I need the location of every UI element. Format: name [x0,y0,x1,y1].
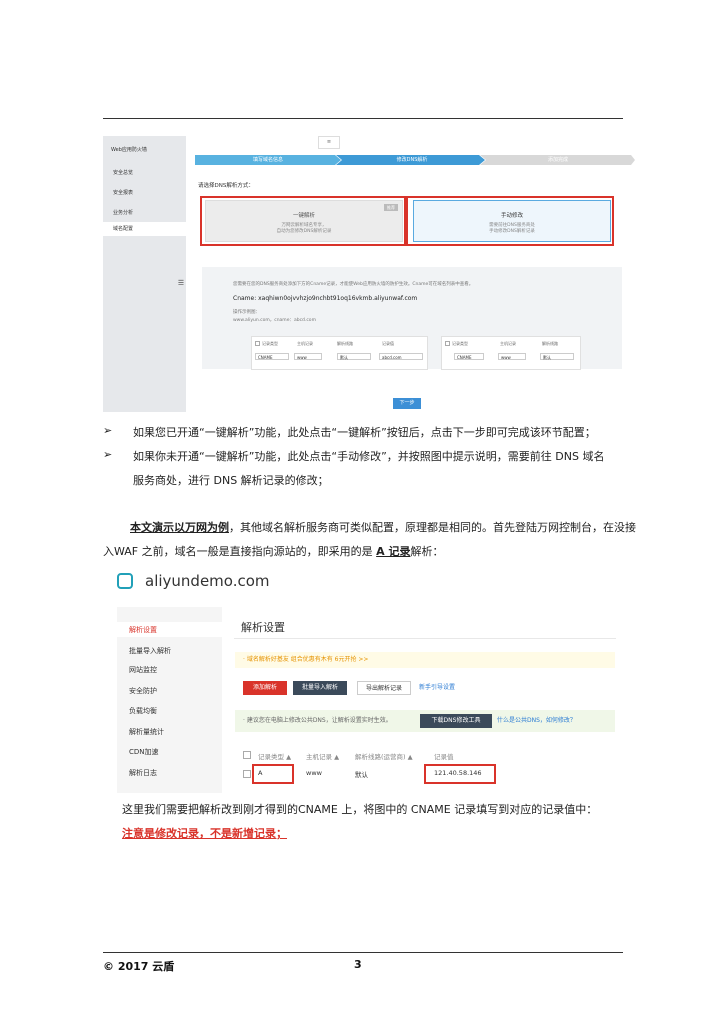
promo-notice[interactable]: · 域名解析好基友 组合优惠有木有 6元开抢 >> [235,652,615,668]
th-line: 解析线路 [542,341,558,346]
th-host: 主机记录 [297,341,313,346]
cell-line[interactable]: 默认 [337,353,371,360]
paragraph-2: 入WAF 之前，域名一般是直接指向源站的，即采用的是 A 记录解析： [103,543,443,559]
add-record-button[interactable]: 添加解析 [243,681,287,695]
title-divider [234,638,616,639]
row-checkbox[interactable] [255,341,260,346]
waf-dns-screenshot: Web应用防火墙 安全总览 安全报表 业务分析 域名配置 ☰ ≡ 填写域名信息 … [103,136,637,412]
th-value: 记录值 [382,341,394,346]
warning-note: 注意是修改记录，不是新增记录； [122,827,287,840]
paragraph-1-rest: ，其他域名解析服务商可类似配置，原理都是相同的。首先登陆万网控制台，在没接 [229,521,636,534]
paragraph-2-suffix: 解析： [410,545,444,558]
sidebar-item-bulk-import[interactable]: 批量导入解析 [129,646,171,656]
waf-sidebar: Web应用防火墙 安全总览 安全报表 业务分析 域名配置 [103,136,186,412]
cell-host-record: www [306,769,322,777]
th-host-record[interactable]: 主机记录 ▲ [306,751,339,761]
row-checkbox[interactable] [445,341,450,346]
aliyun-logo-icon [117,573,133,589]
th-record-value: 记录值 [434,753,454,761]
top-tab-handle[interactable]: ≡ [318,136,340,149]
bullet-1: 如果您已开通“一键解析”功能，此处点击“一键解析”按钮后，点击下一步即可完成该环… [133,426,596,439]
download-dns-tool-button[interactable]: 下载DNS修改工具 [420,714,492,728]
step-3-label: 添加完成 [547,157,568,163]
th-line[interactable]: 解析线路(运营商) ▲ [355,751,413,761]
page-number: 3 [354,958,362,971]
sidebar-item-monitoring[interactable]: 网站监控 [129,665,157,675]
step-2-label: 修改DNS解析 [396,157,428,163]
paragraph-2-emphasis: A 记录 [376,545,411,558]
record-value-highlight [424,764,496,784]
paragraph-1: 本文演示以万网为例，其他域名解析服务商可类似配置，原理都是相同的。首先登陆万网控… [130,519,636,535]
cell-host[interactable]: www [498,353,526,360]
step-1-label: 填写域名信息 [252,157,283,163]
cname-value: Cname: xaqhiwn0ojvvhzjo9nchbt91oq16vkmb.… [233,295,418,302]
th-record-type[interactable]: 记录类型 ▲ [258,751,291,761]
paragraph-3: 这里我们需要把解析改到刚才得到的CNAME 上，将图中的 CNAME 记录填写到… [122,803,598,816]
header-rule [103,118,623,119]
sidebar-item-reports[interactable]: 安全报表 [103,186,186,200]
export-records-button[interactable]: 导出解析记录 [357,681,411,695]
sidebar-item-cdn[interactable]: CDN加速 [129,747,159,757]
cell-line[interactable]: 默认 [540,353,574,360]
example-label: 操作示例图： [233,310,260,315]
sidebar-title: Web应用防火墙 [111,147,147,153]
th-host: 主机记录 [500,341,516,346]
sidebar-item-overview[interactable]: 安全总览 [103,166,186,180]
sidebar-item-analysis[interactable]: 业务分析 [103,206,186,220]
dns-console-screenshot: 解析设置 批量导入解析 网站监控 安全防护 负载均衡 解析量统计 CDN加速 解… [117,607,616,793]
paragraph-1-emphasis: 本文演示以万网为例 [130,521,229,534]
manual-highlight [406,196,614,246]
paragraph-2-prefix: 入WAF 之前，域名一般是直接指向源站的，即采用的是 [103,545,377,558]
bullet-2: 如果你未开通“一键解析”功能，此处点击“手动修改”，并按照图中提示说明，需要前往… [133,450,605,463]
example-table-right: 记录类型 主机记录 解析线路 CNAME www 默认 [441,336,581,370]
footer-copyright: © 2017 云盾 [103,960,175,973]
example-table-left: 记录类型 主机记录 解析线路 记录值 CNAME www 默认 abcd.com [251,336,428,370]
example-value: www.aliyun.com，cname：abcd.com [233,318,316,323]
what-is-public-dns-link[interactable]: 什么是公共DNS，如何修改？ [497,714,607,728]
sidebar-item-logs[interactable]: 解析日志 [129,768,157,778]
th-record-type: 记录类型 [262,341,278,346]
row-checkbox[interactable] [243,770,251,778]
bullet-arrow-icon: ➢ [103,424,113,437]
record-type-highlight [252,764,294,784]
cell-type[interactable]: CNAME [255,353,289,360]
sidebar-toggle-icon[interactable]: ☰ [177,279,185,287]
bulk-import-button[interactable]: 批量导入解析 [293,681,347,695]
sidebar-item-domain-config[interactable]: 域名配置 [103,222,186,236]
guide-link[interactable]: 新手引导设置 [419,681,463,695]
cell-type[interactable]: CNAME [454,353,484,360]
cell-value[interactable]: abcd.com [379,353,423,360]
select-all-checkbox[interactable] [243,751,251,759]
cell-line: 默认 [355,771,368,779]
sidebar-item-load-balance[interactable]: 负载均衡 [129,706,157,716]
sidebar-item-stats[interactable]: 解析量统计 [129,727,164,737]
bullet-arrow-icon: ➢ [103,448,113,461]
domain-brand: aliyundemo.com [145,572,270,590]
next-step-button[interactable]: 下一步 [393,398,421,409]
cname-instruction: 您需要在您的DNS服务商处添加下方的Cname记录，才能使Web应用防火墙的防护… [233,282,474,287]
dns-method-prompt: 请选择DNS解析方式： [198,183,254,189]
footer-rule [103,952,623,953]
sidebar-item-security[interactable]: 安全防护 [129,686,157,696]
th-line: 解析线路 [337,341,353,346]
bullet-2-continued: 服务商处，进行 DNS 解析记录的修改； [133,474,329,487]
cell-host[interactable]: www [294,353,322,360]
page-title: 解析设置 [241,621,285,634]
one-click-highlight [200,196,406,246]
sidebar-item-dns-settings[interactable]: 解析设置 [129,625,157,635]
th-record-type: 记录类型 [452,341,468,346]
